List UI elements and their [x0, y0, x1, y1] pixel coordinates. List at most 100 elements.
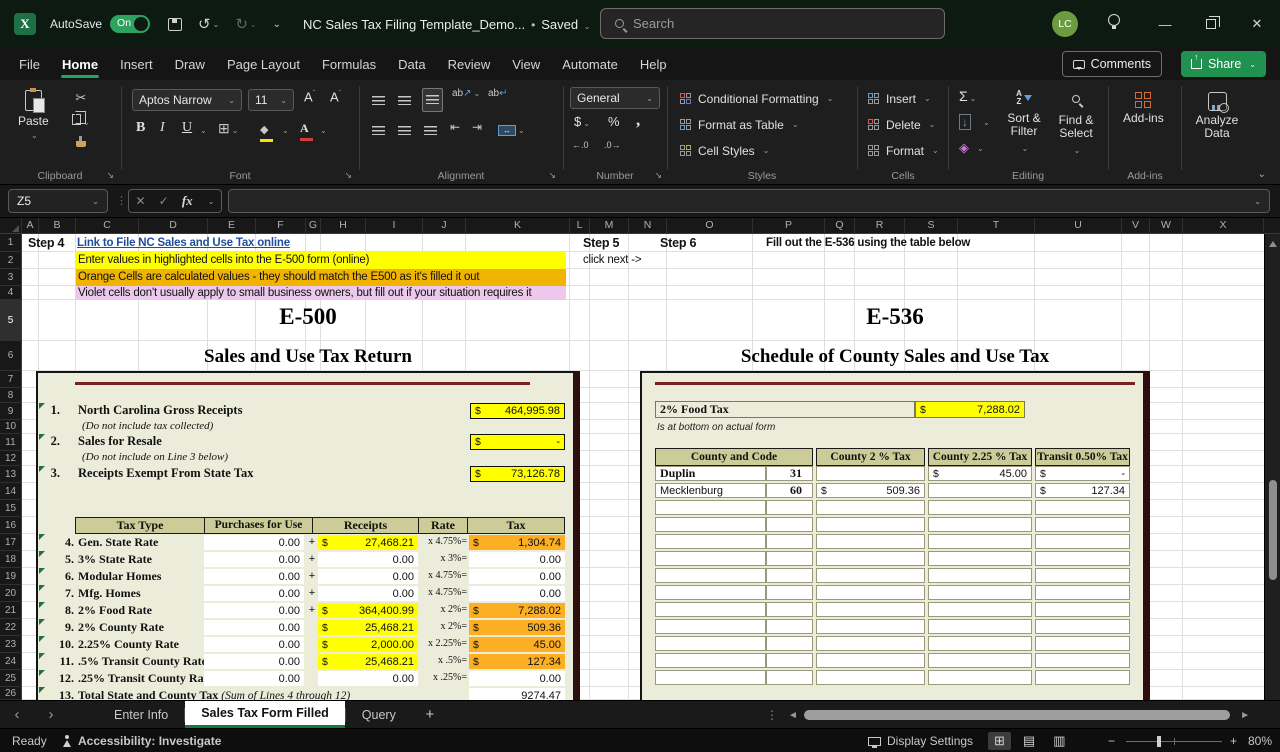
number-dialog-launcher[interactable]: ↘ [654, 170, 662, 181]
delete-cells-button[interactable]: Delete⌄ [868, 114, 935, 135]
cell-click-next[interactable]: click next -> [583, 254, 641, 266]
font-color-button[interactable]: A [300, 119, 313, 141]
collapse-ribbon-icon[interactable]: ⌄ [1258, 169, 1266, 180]
column-header-G[interactable]: G [306, 218, 321, 234]
menu-tab-help[interactable]: Help [629, 48, 678, 80]
sheet-nav-left-icon[interactable]: ‹ [0, 701, 34, 728]
column-header-N[interactable]: N [629, 218, 667, 234]
minimize-button[interactable]: — [1142, 0, 1188, 48]
clipboard-dialog-launcher[interactable]: ↘ [106, 170, 114, 181]
cell-county-2pct[interactable] [816, 653, 925, 668]
page-layout-view-button[interactable]: ▤ [1017, 732, 1041, 750]
cell-e536-title[interactable]: E-536 [640, 304, 1150, 330]
cell-transit[interactable] [1035, 619, 1130, 634]
formula-expand-icon[interactable]: ⌄ [1254, 197, 1261, 206]
header-tax[interactable]: Tax [467, 517, 565, 534]
cell-receipts[interactable]: 0.00 [318, 671, 418, 686]
wrap-text-button[interactable]: ab↵ [488, 88, 508, 99]
column-header-X[interactable]: X [1183, 218, 1264, 234]
share-button[interactable]: Share ⌄ [1181, 51, 1266, 77]
save-icon[interactable] [168, 18, 182, 31]
increase-indent-button[interactable]: ⇥ [472, 120, 482, 134]
cell-transit[interactable] [1035, 585, 1130, 600]
confirm-entry-icon[interactable]: ✓ [159, 194, 169, 208]
format-cells-button[interactable]: Format⌄ [868, 140, 939, 161]
autosave-toggle[interactable]: On [110, 15, 150, 33]
align-middle-button[interactable] [398, 92, 411, 110]
cell-purchases[interactable]: 0.00 [204, 637, 304, 652]
name-box[interactable]: Z5 ⌄ [8, 189, 108, 213]
cell-county-code[interactable] [766, 500, 813, 515]
cell-total-tax[interactable]: 9274.47 [469, 688, 565, 700]
display-settings-button[interactable]: Display Settings [868, 729, 973, 752]
cell-county-code[interactable] [766, 636, 813, 651]
cell-county-code[interactable] [766, 619, 813, 634]
column-header-D[interactable]: D [139, 218, 208, 234]
cell-county-2pct[interactable] [816, 551, 925, 566]
cell-transit[interactable] [1035, 568, 1130, 583]
cell-county-code[interactable]: 60 [766, 483, 813, 498]
fill-button[interactable]: ↓ [959, 114, 971, 130]
cell-county-2pct[interactable] [816, 670, 925, 685]
cell-purchases[interactable]: 0.00 [204, 603, 304, 618]
e500-total-row[interactable]: 13. Total State and County Tax (Sum of L… [38, 687, 573, 700]
cell-county-name[interactable] [655, 551, 766, 566]
increase-font-button[interactable]: Aˆ [304, 89, 315, 104]
cell-receipts-exempt[interactable]: $ 73,126.78 [470, 466, 565, 482]
clear-button[interactable]: ◈ [959, 140, 969, 156]
orientation-button[interactable]: ab↗⌄ [452, 88, 480, 99]
underline-button[interactable]: U [182, 120, 192, 136]
cell-link-file-nc[interactable]: Link to File NC Sales and Use Tax online [77, 237, 290, 249]
cell-e536-subtitle[interactable]: Schedule of County Sales and Use Tax [640, 346, 1150, 368]
row-header-14[interactable]: 14 [0, 483, 22, 500]
row-header-3[interactable]: 3 [0, 269, 22, 286]
menu-tab-automate[interactable]: Automate [551, 48, 629, 80]
new-sheet-button[interactable]: + [412, 701, 448, 728]
cell-step5[interactable]: Step 5 [583, 236, 619, 250]
cell-food-tax-value[interactable]: $ 7,288.02 [915, 401, 1025, 418]
menu-tab-view[interactable]: View [501, 48, 551, 80]
cancel-entry-icon[interactable]: ✕ [136, 194, 146, 208]
close-button[interactable]: ✕ [1234, 0, 1280, 48]
zoom-in-button[interactable]: + [1230, 729, 1237, 752]
cell-e500-subtitle[interactable]: Sales and Use Tax Return [36, 346, 580, 368]
column-header-U[interactable]: U [1035, 218, 1122, 234]
cell-tax[interactable]: $7,288.02 [469, 603, 565, 618]
cell-banner-violet[interactable]: Violet cells don't usually apply to smal… [76, 286, 566, 300]
column-header-E[interactable]: E [208, 218, 256, 234]
decrease-decimal-button[interactable]: .0→ [604, 140, 621, 150]
header-county-2[interactable]: County 2 % Tax [816, 448, 925, 466]
column-header-S[interactable]: S [905, 218, 958, 234]
accounting-format-button[interactable]: $⌄ [574, 114, 590, 129]
quick-access-menu-icon[interactable]: ⌄ [273, 19, 281, 30]
column-header-L[interactable]: L [570, 218, 590, 234]
paste-button[interactable]: Paste ⌄ [18, 90, 49, 140]
row-header-12[interactable]: 12 [0, 451, 22, 466]
cell-county-225pct[interactable] [928, 500, 1032, 515]
cell-county-2pct[interactable] [816, 619, 925, 634]
percent-style-button[interactable]: % [608, 114, 620, 129]
menu-tab-draw[interactable]: Draw [164, 48, 216, 80]
restore-button[interactable] [1188, 0, 1234, 48]
insert-function-icon[interactable]: fx [182, 193, 193, 209]
row-header-20[interactable]: 20 [0, 585, 22, 602]
conditional-formatting-button[interactable]: Conditional Formatting⌄ [680, 88, 833, 109]
cell-transit[interactable] [1035, 636, 1130, 651]
decrease-font-button[interactable]: Aˇ [330, 89, 341, 104]
header-rate[interactable]: Rate [418, 517, 468, 534]
cell-county-2pct[interactable]: $509.36 [816, 483, 925, 498]
align-right-button[interactable] [424, 122, 437, 140]
row-header-13[interactable]: 13 [0, 466, 22, 483]
row-header-19[interactable]: 19 [0, 568, 22, 585]
cell-receipts[interactable]: 0.00 [318, 569, 418, 584]
cell-county-225pct[interactable] [928, 517, 1032, 532]
column-header-M[interactable]: M [590, 218, 629, 234]
cell-receipts[interactable]: $364,400.99 [318, 603, 418, 618]
cell-purchases[interactable]: 0.00 [204, 569, 304, 584]
column-header-I[interactable]: I [366, 218, 423, 234]
cell-county-code[interactable] [766, 551, 813, 566]
cell-receipts[interactable]: $25,468.21 [318, 620, 418, 635]
cell-county-2pct[interactable] [816, 568, 925, 583]
cell-tax[interactable]: $509.36 [469, 620, 565, 635]
column-header-V[interactable]: V [1122, 218, 1150, 234]
